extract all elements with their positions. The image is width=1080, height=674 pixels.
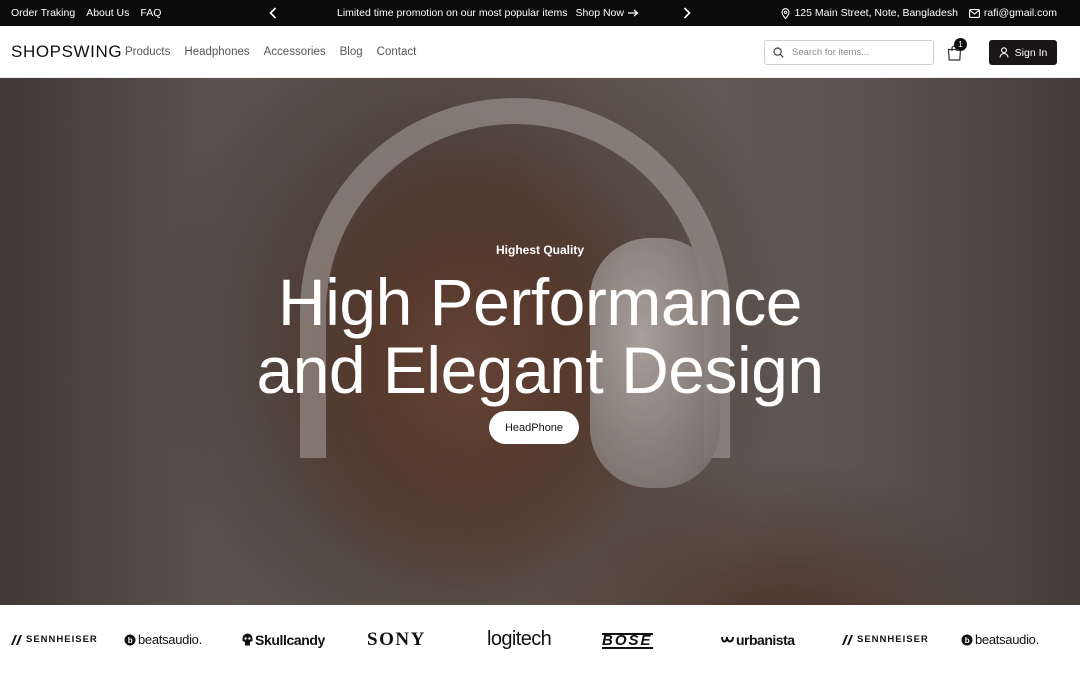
brand-name: logitech (487, 628, 552, 650)
hero-title: High Performance and Elegant Design (0, 268, 1080, 404)
cart-count-badge: 1 (954, 38, 967, 51)
beats-mark-icon: b (961, 634, 973, 645)
svg-text:b: b (128, 636, 133, 645)
brand-name: beatsaudio. (138, 632, 202, 647)
brand-name: BOSE (602, 632, 653, 649)
promo-prev-button[interactable] (264, 4, 282, 22)
sennheiser-mark-icon (11, 634, 22, 645)
brand-logo-sony[interactable]: SONY (367, 605, 426, 674)
main-nav: Products Headphones Accessories Blog Con… (125, 26, 416, 78)
hero-eyebrow: Highest Quality (495, 243, 584, 257)
topbar-contact: 125 Main Street, Note, Bangladesh rafi@g… (781, 0, 1057, 26)
chevron-right-icon (683, 7, 691, 19)
brand-name: urbanista (736, 631, 795, 648)
sennheiser-mark-icon (842, 634, 853, 645)
about-us-link[interactable]: About Us (86, 7, 129, 19)
brand-name: SENNHEISER (26, 634, 98, 645)
svg-text:b: b (965, 636, 970, 645)
chevron-left-icon (269, 7, 277, 19)
shop-now-label: Shop Now (575, 7, 624, 19)
urbanista-mark-icon (721, 636, 734, 643)
brand-logo-sennheiser[interactable]: SENNHEISER (11, 605, 98, 674)
brand-logo-logitech[interactable]: logitech (487, 605, 552, 674)
store-address: 125 Main Street, Note, Bangladesh (781, 7, 958, 19)
search-box (764, 40, 934, 65)
brand-logo-beatsaudio[interactable]: b beatsaudio. (124, 605, 202, 674)
nav-accessories[interactable]: Accessories (264, 46, 326, 58)
topbar-links: Order Traking About Us FAQ (11, 0, 161, 26)
nav-contact[interactable]: Contact (377, 46, 417, 58)
hero-title-line-2: and Elegant Design (256, 333, 824, 407)
contact-email[interactable]: rafi@gmail.com (968, 7, 1057, 19)
promo-text: Limited time promotion on our most popul… (337, 7, 568, 19)
hero-title-line-1: High Performance (278, 265, 802, 339)
brand-logo-skullcandy[interactable]: Skullcandy (242, 605, 325, 674)
beats-mark-icon: b (124, 634, 136, 645)
location-pin-icon (781, 7, 791, 19)
nav-products[interactable]: Products (125, 46, 170, 58)
order-tracking-link[interactable]: Order Traking (11, 7, 75, 19)
search-icon (773, 47, 784, 58)
promo-message: Limited time promotion on our most popul… (337, 0, 639, 26)
hero-banner: Highest Quality High Performance and Ele… (0, 78, 1080, 605)
brand-logo-strip: SENNHEISER b beatsaudio. Skullcandy SONY… (0, 605, 1080, 674)
brand-logo-bose[interactable]: BOSE (602, 633, 653, 649)
nav-blog[interactable]: Blog (340, 46, 363, 58)
headphone-cta-button[interactable]: HeadPhone (489, 411, 579, 444)
cart-button[interactable]: 1 (947, 38, 967, 61)
site-logo[interactable]: SHOPSWING (11, 42, 122, 62)
email-text: rafi@gmail.com (983, 7, 1057, 19)
site-header: SHOPSWING Products Headphones Accessorie… (0, 26, 1080, 78)
brand-name: beatsaudio. (975, 632, 1039, 647)
faq-link[interactable]: FAQ (140, 7, 161, 19)
sign-in-label: Sign In (1014, 46, 1048, 59)
brand-name: Skullcandy (255, 631, 325, 648)
nav-headphones[interactable]: Headphones (184, 46, 249, 58)
announcement-bar: Order Traking About Us FAQ Limited time … (0, 0, 1080, 26)
promo-next-button[interactable] (678, 4, 696, 22)
brand-logo-beatsaudio-2[interactable]: b beatsaudio. (961, 605, 1039, 674)
shop-now-link[interactable]: Shop Now (576, 7, 639, 19)
brand-logo-sennheiser-2[interactable]: SENNHEISER (842, 605, 929, 674)
sign-in-button[interactable]: Sign In (989, 40, 1057, 65)
arrow-right-icon (627, 9, 639, 17)
mail-icon (968, 8, 980, 18)
address-text: 125 Main Street, Note, Bangladesh (794, 7, 958, 19)
user-icon (999, 47, 1009, 58)
brand-name: SENNHEISER (857, 634, 929, 645)
skull-mark-icon (242, 633, 253, 646)
search-input[interactable] (792, 47, 922, 58)
brand-logo-urbanista[interactable]: urbanista (721, 605, 795, 674)
brand-name: SONY (367, 628, 426, 650)
